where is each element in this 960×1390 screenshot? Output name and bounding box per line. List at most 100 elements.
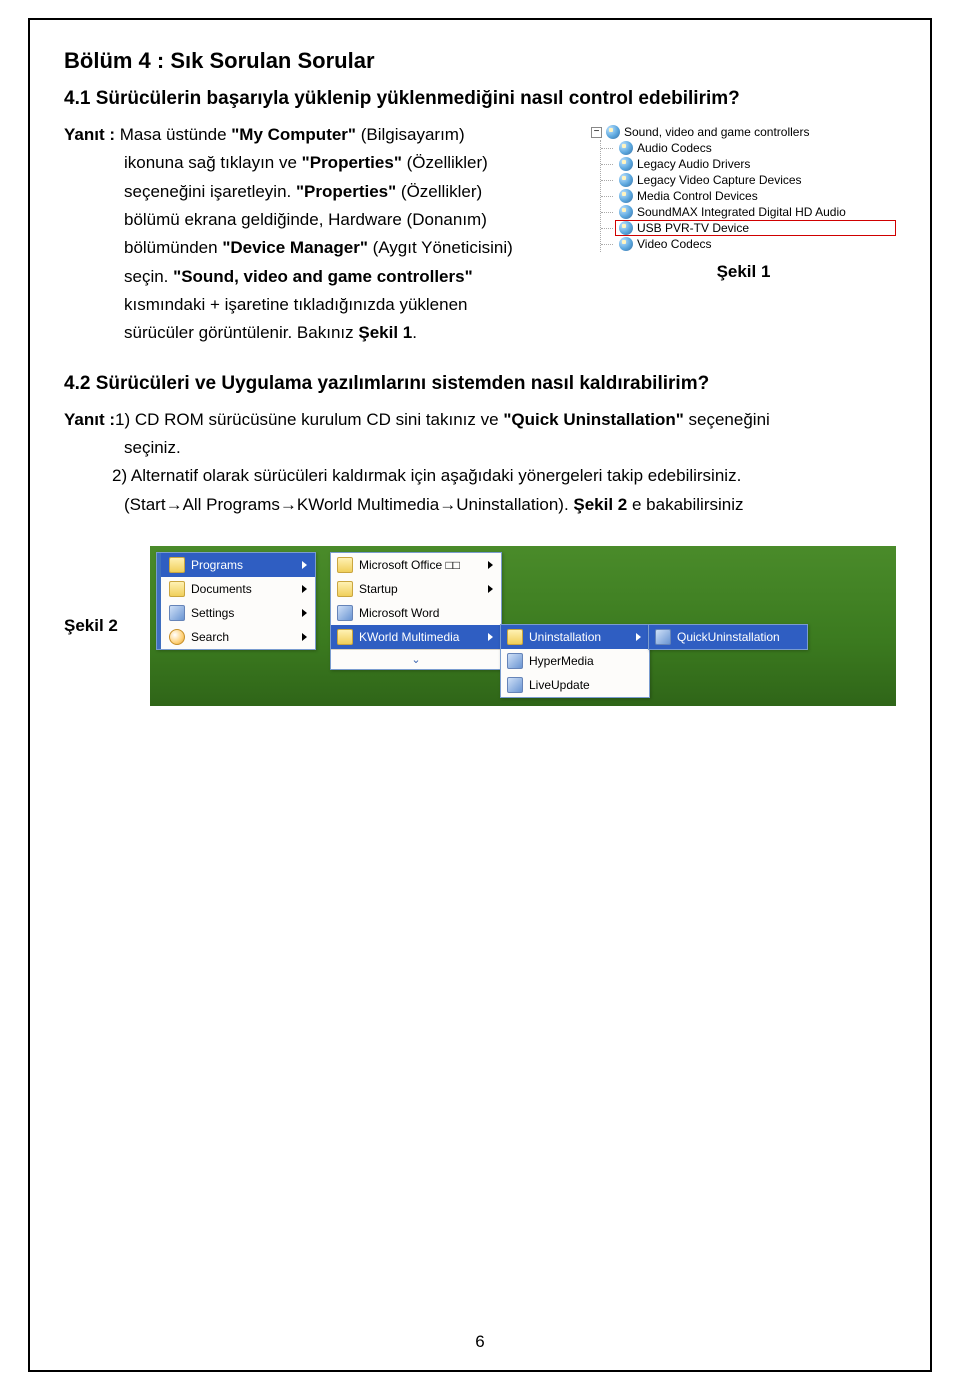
app-icon (507, 677, 523, 693)
figure-1-caption: Şekil 1 (717, 262, 771, 282)
menu-label: Documents (191, 582, 252, 596)
tree-item[interactable]: Video Codecs (615, 236, 896, 252)
menu-item-kworld[interactable]: KWorld Multimedia (331, 625, 501, 649)
tree-item-label: Audio Codecs (637, 141, 712, 155)
submenu-arrow-icon (302, 561, 307, 569)
tree-item[interactable]: Legacy Audio Drivers (615, 156, 896, 172)
app-icon (507, 653, 523, 669)
text: "Properties" (296, 182, 396, 201)
device-icon (619, 189, 633, 203)
text: kısmındaki + işaretine tıkladığınızda yü… (64, 292, 571, 318)
text: (Start (124, 495, 166, 514)
tree-item-label: Legacy Video Capture Devices (637, 173, 802, 187)
folder-icon (169, 557, 185, 573)
folder-icon (337, 581, 353, 597)
text: Masa üstünde (120, 125, 232, 144)
tree-item[interactable]: SoundMAX Integrated Digital HD Audio (615, 204, 896, 220)
text: Şekil 2 (573, 495, 627, 514)
tree-root-label: Sound, video and game controllers (624, 125, 809, 139)
menu-label: Microsoft Word (359, 606, 439, 620)
menu-item-uninstallation[interactable]: Uninstallation (501, 625, 649, 649)
menu-item-documents[interactable]: Documents (157, 577, 315, 601)
tree-item-label: SoundMAX Integrated Digital HD Audio (637, 205, 846, 219)
text: All Programs (183, 495, 280, 514)
text: bölümünden (124, 238, 222, 257)
menu-item-settings[interactable]: Settings (157, 601, 315, 625)
text: (Bilgisayarım) (356, 125, 465, 144)
menu-item-search[interactable]: Search (157, 625, 315, 649)
device-icon (619, 173, 633, 187)
tree-item[interactable]: Legacy Video Capture Devices (615, 172, 896, 188)
page-number: 6 (30, 1332, 930, 1352)
tree-item-label: Media Control Devices (637, 189, 758, 203)
menu-label: Microsoft Office □□ (359, 558, 460, 572)
tree-root[interactable]: − Sound, video and game controllers (591, 124, 896, 140)
submenu-arrow-icon (636, 633, 641, 641)
answer-lead: Yanıt : (64, 410, 115, 429)
submenu-arrow-icon (488, 585, 493, 593)
text: (Özellikler) (402, 153, 488, 172)
figure-2-start-menu: Programs Documents Settings Search (150, 546, 896, 706)
tree-item[interactable]: Audio Codecs (615, 140, 896, 156)
submenu-arrow-icon (302, 585, 307, 593)
menu-label: Settings (191, 606, 234, 620)
programs-submenu: Microsoft Office □□ Startup Microsoft Wo… (330, 552, 502, 670)
text: . (412, 323, 417, 342)
search-icon (169, 629, 185, 645)
menu-item[interactable]: Microsoft Office □□ (331, 553, 501, 577)
menu-item[interactable]: LiveUpdate (501, 673, 649, 697)
tree-item-label: Video Codecs (637, 237, 712, 251)
device-manager-tree: − Sound, video and game controllers Audi… (591, 122, 896, 252)
tree-item-label: USB PVR-TV Device (637, 221, 749, 235)
chevron-down-icon: ⌄ (411, 653, 420, 666)
text: "Sound, video and game controllers" (173, 267, 473, 286)
app-icon (655, 629, 671, 645)
question-2-title: 4.2 Sürücüleri ve Uygulama yazılımlarını… (64, 373, 896, 395)
menu-label: HyperMedia (529, 654, 594, 668)
menu-label: Uninstallation (529, 630, 601, 644)
kworld-submenu: Uninstallation HyperMedia LiveUpdate (500, 624, 650, 698)
menu-label: LiveUpdate (529, 678, 590, 692)
answer-lead: Yanıt : (64, 125, 120, 144)
folder-icon (337, 629, 353, 645)
submenu-arrow-icon (302, 633, 307, 641)
menu-item-quickuninstall[interactable]: QuickUninstallation (649, 625, 807, 649)
arrow-icon: → (280, 495, 297, 514)
section-title: Bölüm 4 : Sık Sorulan Sorular (64, 48, 896, 74)
menu-label: Programs (191, 558, 243, 572)
text: Uninstallation). (456, 495, 573, 514)
text: ikonuna sağ tıklayın ve (124, 153, 302, 172)
submenu-arrow-icon (488, 561, 493, 569)
tree-item-label: Legacy Audio Drivers (637, 157, 750, 171)
menu-label: KWorld Multimedia (359, 630, 459, 644)
text: bölümü ekrana geldiğinde, Hardware (Dona… (64, 207, 571, 233)
text: "Quick Uninstallation" (503, 410, 683, 429)
answer-1-text: Yanıt : Masa üstünde "My Computer" (Bilg… (64, 122, 571, 349)
app-icon (337, 605, 353, 621)
device-category-icon (606, 125, 620, 139)
menu-item-programs[interactable]: Programs (157, 553, 315, 577)
tree-item[interactable]: USB PVR-TV Device (615, 220, 896, 236)
text: (Aygıt Yöneticisini) (368, 238, 513, 257)
start-menu-left-panel: Programs Documents Settings Search (156, 552, 316, 650)
tree-item[interactable]: Media Control Devices (615, 188, 896, 204)
arrow-icon: → (166, 495, 183, 514)
folder-icon (169, 581, 185, 597)
question-1-title: 4.1 Sürücülerin başarıyla yüklenip yükle… (64, 88, 896, 110)
menu-expand-chevron[interactable]: ⌄ (331, 649, 501, 669)
text: Şekil 1 (358, 323, 412, 342)
device-icon (619, 237, 633, 251)
menu-label: Search (191, 630, 229, 644)
device-icon (619, 205, 633, 219)
menu-item[interactable]: HyperMedia (501, 649, 649, 673)
arrow-icon: → (439, 495, 456, 514)
figure-2-caption: Şekil 2 (64, 616, 134, 636)
submenu-arrow-icon (302, 609, 307, 617)
menu-item[interactable]: Startup (331, 577, 501, 601)
device-icon (619, 221, 633, 235)
expander-icon[interactable]: − (591, 127, 602, 138)
text: seçeneğini işaretleyin. (124, 182, 296, 201)
folder-icon (337, 557, 353, 573)
menu-item[interactable]: Microsoft Word (331, 601, 501, 625)
menu-label: Startup (359, 582, 398, 596)
